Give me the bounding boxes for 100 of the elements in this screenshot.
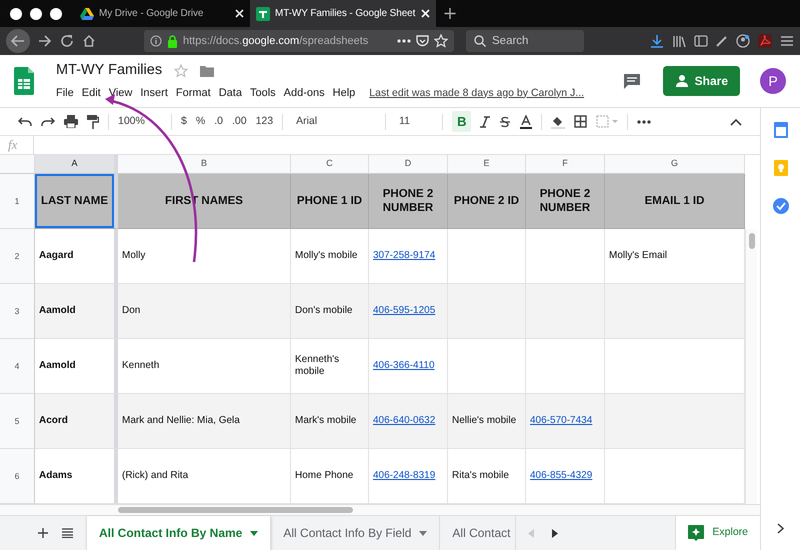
- text-color-icon[interactable]: [520, 114, 532, 128]
- library-icon[interactable]: [672, 34, 686, 48]
- phone-link[interactable]: 406-366-4110: [373, 360, 435, 372]
- dropdown-icon[interactable]: [419, 530, 428, 536]
- scroll-right-icon[interactable]: [552, 528, 558, 538]
- zoom-dropdown[interactable]: 100%: [118, 114, 162, 130]
- column-header[interactable]: D: [369, 155, 448, 174]
- back-icon[interactable]: [6, 29, 30, 53]
- column-header[interactable]: G: [605, 155, 745, 174]
- phone-link[interactable]: 406-595-1205: [373, 304, 436, 318]
- folder-icon[interactable]: [200, 65, 214, 78]
- explore-button[interactable]: Explore: [675, 516, 760, 550]
- menu-item[interactable]: View: [104, 85, 136, 102]
- calendar-icon[interactable]: [774, 122, 788, 138]
- menu-item[interactable]: Insert: [136, 85, 172, 102]
- sheet-tab[interactable]: All Contact: [440, 516, 516, 550]
- sidebar-icon[interactable]: [694, 35, 708, 47]
- window-control-dot[interactable]: [10, 8, 22, 20]
- header-cell[interactable]: LAST NAME: [35, 174, 118, 229]
- percent-button[interactable]: %: [196, 114, 206, 130]
- pen-icon[interactable]: [716, 35, 728, 47]
- horizontal-scrollbar[interactable]: [0, 504, 760, 515]
- column-header[interactable]: B: [118, 155, 291, 174]
- browser-tab[interactable]: MT-WY Families - Google Sheet: [250, 0, 436, 27]
- bold-button[interactable]: B: [452, 110, 472, 132]
- pdf-icon[interactable]: [758, 34, 772, 48]
- pocket-icon[interactable]: [416, 35, 429, 47]
- merge-cells-icon[interactable]: [596, 115, 618, 128]
- sheet-tab[interactable]: All Contact Info By Name: [87, 516, 272, 550]
- paint-format-icon[interactable]: [87, 114, 99, 128]
- window-control-dot[interactable]: [50, 8, 62, 20]
- currency-button[interactable]: $: [181, 114, 187, 130]
- more-icon[interactable]: [397, 39, 411, 43]
- last-edit-link[interactable]: Last edit was made 8 days ago by Carolyn J...: [369, 86, 584, 102]
- row-header[interactable]: 5: [0, 394, 35, 449]
- forward-icon[interactable]: [38, 34, 52, 48]
- dropdown-icon[interactable]: [250, 530, 258, 536]
- table-cell[interactable]: 406-595-1205: [369, 284, 448, 339]
- reload-icon[interactable]: [60, 34, 74, 48]
- vertical-scrollbar[interactable]: [745, 229, 757, 504]
- phone-link[interactable]: 406-570-7434: [530, 414, 592, 428]
- menu-item[interactable]: Data: [214, 85, 246, 102]
- increase-decimals-button[interactable]: .00: [232, 114, 247, 130]
- phone-link[interactable]: 406-248-8319: [373, 470, 436, 482]
- borders-icon[interactable]: [574, 115, 588, 128]
- row-header[interactable]: 4: [0, 339, 35, 394]
- sheets-logo-icon[interactable]: [14, 67, 34, 95]
- download-icon[interactable]: [650, 34, 664, 48]
- table-cell[interactable]: Nellie's mobile: [448, 394, 526, 449]
- table-cell[interactable]: Aamold: [35, 284, 118, 339]
- header-cell[interactable]: PHONE 1 ID: [291, 174, 369, 229]
- add-sheet-icon[interactable]: [38, 528, 48, 538]
- document-title[interactable]: MT-WY Families: [56, 60, 162, 82]
- phone-link[interactable]: 406-855-4329: [530, 470, 592, 482]
- decrease-decimals-button[interactable]: .0: [214, 114, 223, 130]
- print-icon[interactable]: [64, 115, 78, 128]
- header-cell[interactable]: PHONE 2 NUMBER: [369, 174, 448, 229]
- info-icon[interactable]: [150, 35, 162, 47]
- home-icon[interactable]: [82, 34, 96, 48]
- row-header[interactable]: 1: [0, 174, 35, 229]
- column-header[interactable]: C: [291, 155, 369, 174]
- menu-item[interactable]: Edit: [78, 85, 105, 102]
- column-header[interactable]: E: [448, 155, 526, 174]
- menu-icon[interactable]: [780, 35, 794, 47]
- column-header[interactable]: F: [526, 155, 605, 174]
- font-size-dropdown[interactable]: 11: [399, 114, 434, 130]
- more-icon[interactable]: [637, 120, 652, 124]
- fill-color-icon[interactable]: [551, 114, 566, 128]
- table-cell[interactable]: 406-570-7434: [526, 394, 605, 449]
- search-field[interactable]: Search: [466, 30, 584, 52]
- redo-icon[interactable]: [41, 116, 55, 126]
- avatar[interactable]: P: [760, 68, 786, 94]
- comment-icon[interactable]: [622, 72, 641, 90]
- header-cell[interactable]: PHONE 2 NUMBER: [526, 174, 605, 229]
- font-dropdown[interactable]: Arial: [296, 114, 376, 130]
- star-icon[interactable]: [174, 64, 188, 78]
- row-header[interactable]: 6: [0, 449, 35, 504]
- header-cell[interactable]: EMAIL 1 ID: [605, 174, 745, 229]
- star-icon[interactable]: [434, 34, 448, 48]
- collapse-icon[interactable]: [730, 118, 742, 126]
- menu-item[interactable]: Help: [328, 85, 360, 102]
- undo-icon[interactable]: [18, 116, 32, 126]
- menu-item[interactable]: Tools: [246, 85, 280, 102]
- phone-link[interactable]: 406-640-0632: [373, 414, 436, 428]
- italic-icon[interactable]: [480, 116, 490, 128]
- table-cell[interactable]: Acord: [35, 394, 118, 449]
- phone-link[interactable]: 307-258-9174: [373, 250, 436, 262]
- share-button[interactable]: Share: [662, 66, 740, 96]
- column-header[interactable]: A: [35, 155, 118, 174]
- table-cell[interactable]: Mark's mobile: [291, 394, 369, 449]
- table-cell[interactable]: Mark and Nellie: Mia, Gela: [118, 394, 291, 449]
- window-control-dot[interactable]: [30, 8, 42, 20]
- address-bar[interactable]: https://docs.google.com/spreadsheets: [144, 30, 454, 52]
- table-cell[interactable]: Don: [118, 284, 291, 339]
- browser-tab[interactable]: My Drive - Google Drive: [74, 0, 250, 27]
- all-sheets-icon[interactable]: [62, 528, 73, 538]
- row-header[interactable]: 2: [0, 229, 35, 284]
- menu-item[interactable]: Add-ons: [280, 85, 329, 102]
- menu-item[interactable]: Format: [172, 85, 215, 102]
- strikethrough-icon[interactable]: [499, 116, 512, 128]
